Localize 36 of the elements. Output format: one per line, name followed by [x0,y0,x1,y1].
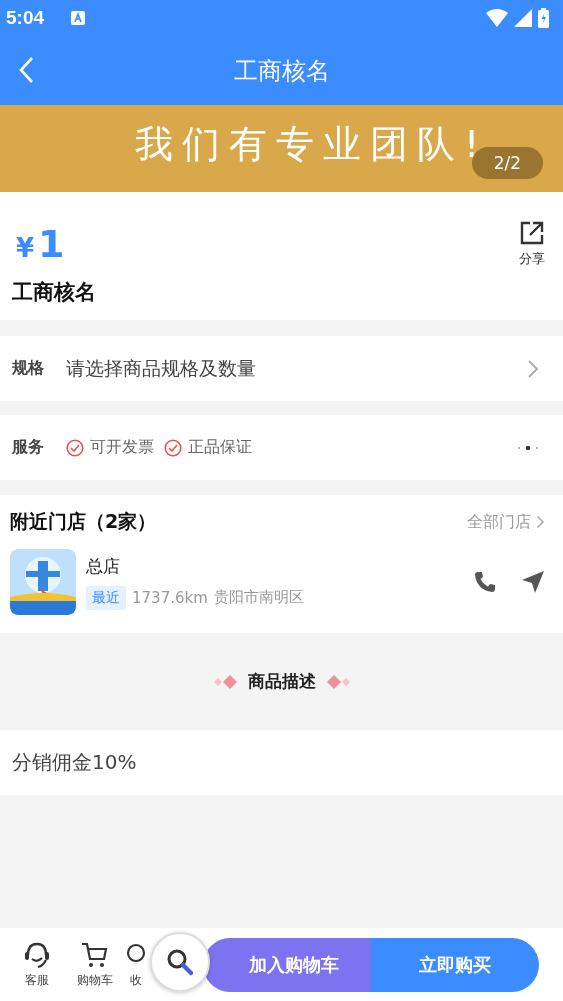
diamond-icon [325,673,352,690]
service-item: 正品保证 [188,437,252,458]
nearest-tag: 最近 [86,585,126,610]
store-address: 贵阳市南明区 [213,588,304,607]
price: ¥1 [15,222,65,266]
phone-icon[interactable] [473,570,497,594]
store-name: 总店 [86,554,121,578]
chevron-icon [536,515,545,529]
cart-icon [80,940,110,969]
share-button[interactable]: 分享 [519,220,545,268]
status-time: 5:04 [6,7,45,29]
product-name: 工商核名 [12,279,97,306]
check-circle-icon [164,438,182,457]
description-text: 分销佣金10% [12,749,137,776]
more-dots-icon[interactable] [517,444,539,451]
battery-icon [538,8,549,28]
search-icon [165,947,195,977]
chevron-icon [527,358,539,379]
navigation-icon[interactable] [521,570,545,594]
service-item: 可开发票 [90,437,154,458]
section-title: 附近门店（2家） [10,509,157,534]
page-title: 工商核名 [233,55,330,87]
customer-service-button[interactable]: 客服 [8,940,66,989]
notification-icon [70,10,87,26]
headset-icon [22,940,52,969]
favorite-button[interactable]: 收 [124,940,148,989]
service-label: 服务 [12,437,44,458]
wifi-icon [486,9,508,27]
section-title: 商品描述 [247,670,316,693]
signal-icon [514,9,532,27]
search-button[interactable] [150,932,210,992]
store-distance: 1737.6km [132,588,208,607]
cart-button[interactable]: 购物车 [66,940,124,989]
spec-row[interactable]: 规格 请选择商品规格及数量 [0,336,563,401]
check-circle-icon [66,438,84,457]
back-icon[interactable] [18,56,34,84]
